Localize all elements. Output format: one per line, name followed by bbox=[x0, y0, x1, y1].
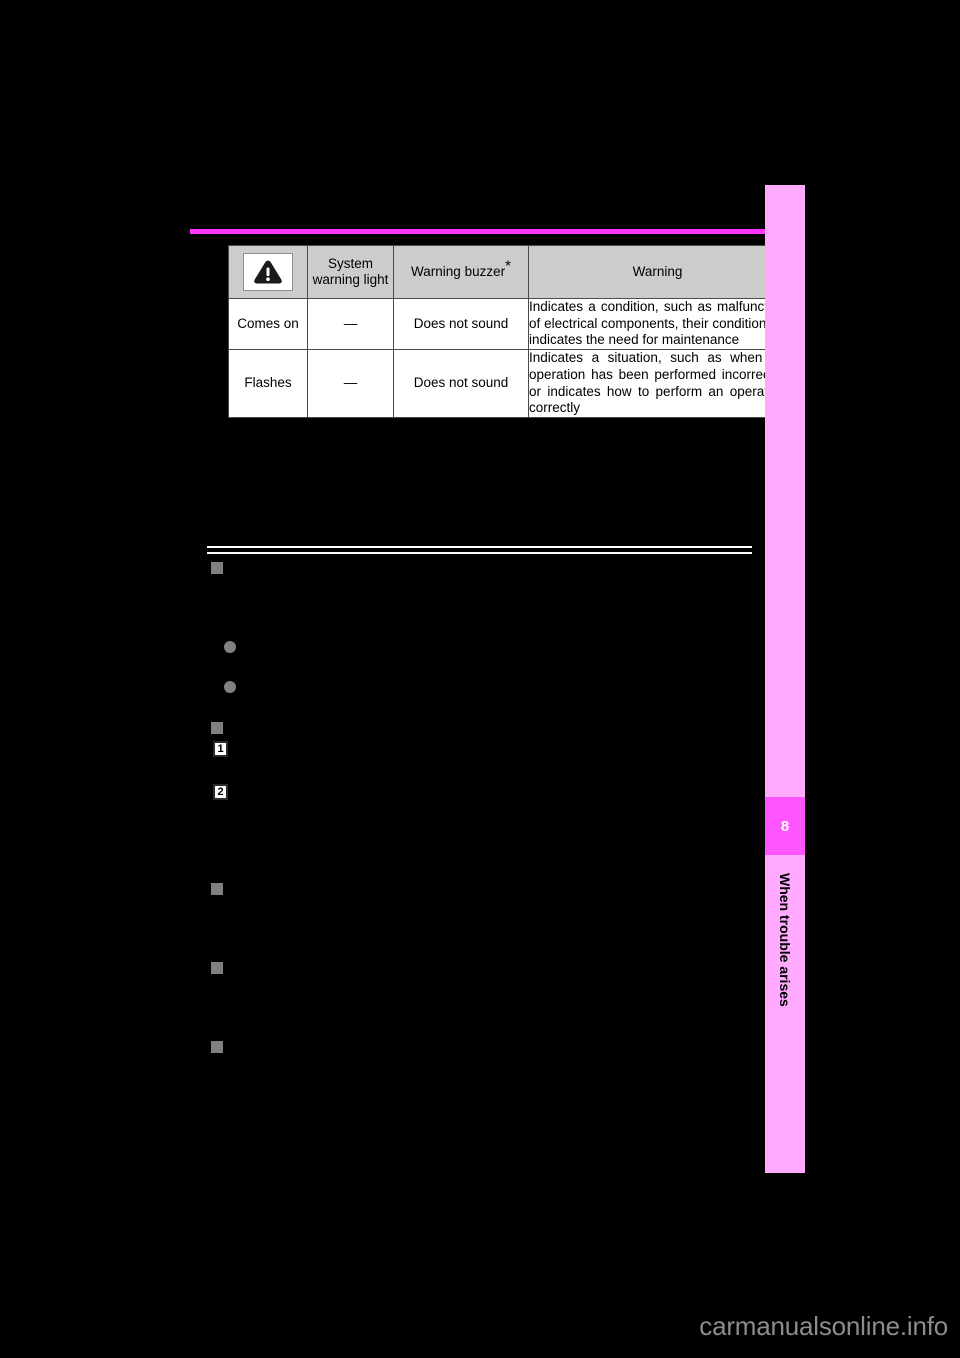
row-system-warning-light: — bbox=[307, 297, 394, 351]
row-warning-description: Indicates a situation, such as when an o… bbox=[528, 349, 787, 419]
round-bullet-marker bbox=[224, 681, 236, 693]
section-square-marker bbox=[211, 883, 223, 895]
page-sheet: System warning light Warning buzzer* War… bbox=[0, 0, 960, 1358]
section-square-marker bbox=[211, 962, 223, 974]
section-divider bbox=[207, 546, 752, 555]
chapter-number: 8 bbox=[780, 817, 790, 835]
header-rule bbox=[190, 229, 766, 234]
chapter-title: When trouble arises bbox=[765, 865, 805, 1165]
row-indicator-flashes: Flashes bbox=[228, 349, 308, 419]
chapter-number-block: 8 bbox=[765, 797, 805, 855]
row-warning-buzzer: Does not sound bbox=[393, 349, 529, 419]
step-number-marker: 1 bbox=[213, 741, 228, 757]
table-header-icon-cell bbox=[228, 245, 308, 299]
footnote-asterisk: * bbox=[505, 257, 511, 275]
section-square-marker bbox=[211, 1041, 223, 1053]
section-square-marker bbox=[211, 562, 223, 574]
table-row: Comes on — Does not sound Indicates a co… bbox=[228, 297, 787, 351]
round-bullet-marker bbox=[224, 641, 236, 653]
divider-line-top bbox=[207, 546, 752, 548]
warning-indicator-table: System warning light Warning buzzer* War… bbox=[228, 245, 787, 419]
step-number-marker: 2 bbox=[213, 784, 228, 800]
chapter-title-label: When trouble arises bbox=[777, 873, 793, 1007]
divider-line-bottom bbox=[207, 552, 752, 554]
table-header-row: System warning light Warning buzzer* War… bbox=[228, 245, 787, 299]
table-header-system-warning-light: System warning light bbox=[307, 245, 394, 299]
table-header-warning-buzzer-label: Warning buzzer bbox=[411, 264, 506, 280]
table-header-warning: Warning bbox=[528, 245, 787, 299]
table-row: Flashes — Does not sound Indicates a sit… bbox=[228, 349, 787, 419]
row-system-warning-light: — bbox=[307, 349, 394, 419]
section-square-marker bbox=[211, 722, 223, 734]
row-indicator-comes-on: Comes on bbox=[228, 297, 308, 351]
warning-triangle-icon bbox=[243, 253, 293, 291]
row-warning-description: Indicates a condition, such as malfuncti… bbox=[528, 297, 787, 351]
chapter-tab: 8 When trouble arises bbox=[765, 185, 805, 1173]
watermark: carmanualsonline.info bbox=[699, 1311, 948, 1341]
row-warning-buzzer: Does not sound bbox=[393, 297, 529, 351]
table-header-warning-buzzer: Warning buzzer* bbox=[393, 245, 529, 299]
